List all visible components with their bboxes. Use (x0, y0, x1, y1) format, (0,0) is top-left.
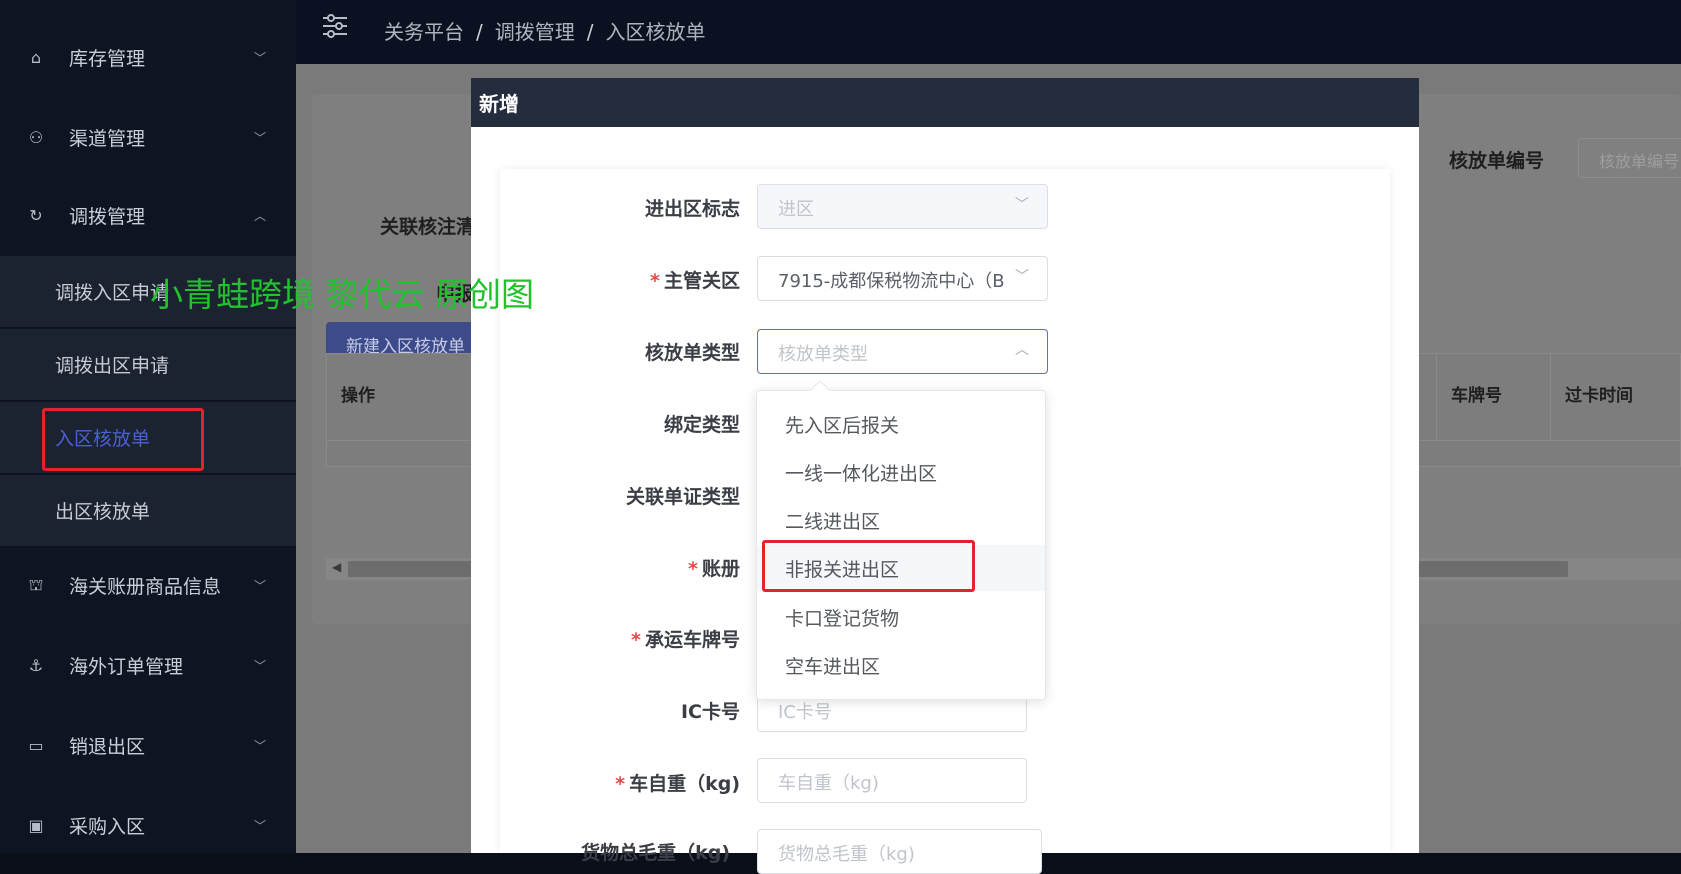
return-icon: ▭ (28, 735, 44, 755)
chevron-down-icon: ﹀ (253, 50, 266, 65)
sidebar-item-label: 调拨管理 (69, 205, 146, 228)
account-book-label: * 账册 (688, 558, 740, 580)
chevron-down-icon: ﹀ (253, 130, 266, 145)
chevron-down-icon: ﹀ (253, 658, 266, 673)
vehicle-plate-label: * 承运车牌号 (631, 629, 740, 651)
vehicle-weight-label: * 车自重（kg) (615, 773, 740, 795)
breadcrumb-item-current: 入区核放单 (605, 20, 706, 44)
breadcrumb: 关务平台 / 调拨管理 / 入区核放单 (384, 16, 706, 45)
sidebar-item-label: 采购入区 (69, 815, 146, 838)
highlight-box (762, 540, 975, 592)
sidebar: ⌂ 库存管理 ﹀ ⚇ 渠道管理 ﹀ ↻ 调拨管理 ︿ 调拨入区申请 调拨出区申请… (0, 0, 296, 853)
dialog-title: 新增 (471, 78, 1419, 127)
ic-card-label: IC卡号 (680, 701, 740, 723)
column-header: 过卡时间 (1565, 386, 1633, 406)
submenu-label: 调拨出区申请 (55, 355, 170, 377)
sidebar-item-customs-goods[interactable]: ⛫ 海关账册商品信息 ﹀ (0, 555, 296, 615)
dropdown-option[interactable]: 卡口登记货物 (757, 594, 1045, 640)
sidebar-item-channel[interactable]: ⚇ 渠道管理 ﹀ (0, 107, 296, 167)
top-header: 关务平台 / 调拨管理 / 入区核放单 (296, 0, 1681, 64)
sidebar-item-inventory[interactable]: ⌂ 库存管理 ﹀ (0, 27, 296, 87)
dropdown-option[interactable]: 二线进出区 (757, 497, 1045, 543)
chevron-down-icon: ﹀ (253, 578, 266, 593)
dropdown-option[interactable]: 空车进出区 (757, 642, 1045, 688)
gross-weight-input[interactable]: 货物总毛重（kg) (757, 829, 1042, 874)
breadcrumb-item[interactable]: 调拨管理 (495, 20, 575, 44)
dropdown-option[interactable]: 一线一体化进出区 (757, 449, 1045, 495)
breadcrumb-separator: / (476, 20, 483, 44)
sidebar-item-label: 海外订单管理 (69, 655, 184, 678)
column-header: 操作 (341, 386, 375, 406)
sidebar-item-purchase[interactable]: ▣ 采购入区 ﹀ (0, 795, 296, 855)
breadcrumb-item[interactable]: 关务平台 (384, 20, 464, 44)
column-header: 车牌号 (1451, 386, 1502, 406)
chevron-down-icon: ﹀ (1009, 266, 1029, 286)
chevron-up-icon: ︿ (1015, 342, 1029, 358)
sidebar-item-transfer[interactable]: ↻ 调拨管理 ︿ (0, 185, 296, 245)
purchase-icon: ▣ (28, 815, 44, 835)
sidebar-item-label: 海关账册商品信息 (69, 575, 222, 598)
anchor-icon: ⚓ (28, 655, 44, 675)
home-icon: ⌂ (30, 47, 42, 67)
vehicle-weight-input[interactable]: 车自重（kg) (757, 758, 1027, 803)
binding-type-label: 绑定类型 (663, 414, 740, 436)
customs-district-label: * 主管关区 (650, 270, 740, 292)
scroll-left-icon[interactable]: ◀ (332, 560, 341, 574)
customs-district-select[interactable]: 7915-成都保税物流中心（B ﹀ (757, 256, 1048, 301)
submenu-outbound-release[interactable]: 出区核放单 (0, 475, 296, 547)
submenu-label: 出区核放单 (55, 501, 151, 523)
chevron-down-icon: ﹀ (253, 818, 266, 833)
sidebar-item-label: 库存管理 (69, 47, 146, 70)
release-number-label: 核放单编号 (1449, 150, 1545, 172)
release-type-label: 核放单类型 (644, 342, 740, 364)
release-number-input[interactable]: 核放单编号 (1578, 138, 1681, 178)
chevron-up-icon: ︿ (253, 208, 266, 223)
bag-icon: ⛫ (28, 574, 44, 594)
breadcrumb-separator: / (586, 20, 594, 44)
menu-toggle-icon[interactable] (322, 13, 348, 39)
io-flag-select: 进区 ﹀ (757, 184, 1048, 229)
channel-icon: ⚇ (28, 127, 44, 147)
linked-doc-type-label: 关联单证类型 (625, 486, 740, 508)
sidebar-item-returns[interactable]: ▭ 销退出区 ﹀ (0, 715, 296, 775)
sidebar-item-label: 渠道管理 (69, 127, 146, 150)
dropdown-option[interactable]: 先入区后报关 (757, 401, 1045, 447)
io-flag-label: 进出区标志 (644, 198, 740, 220)
sidebar-item-overseas-orders[interactable]: ⚓ 海外订单管理 ﹀ (0, 635, 296, 695)
gross-weight-label: 货物总毛重（kg) (581, 842, 730, 864)
release-type-select[interactable]: 核放单类型 ︿ (757, 329, 1048, 374)
submenu-transfer-out-apply[interactable]: 调拨出区申请 (0, 329, 296, 401)
chevron-down-icon: ﹀ (253, 738, 266, 753)
linked-record-label: 关联核注清 (380, 216, 476, 238)
highlight-box (42, 408, 204, 471)
transfer-icon: ↻ (29, 205, 43, 225)
watermark-text: 小青蛙跨境 黎代云 原创图 (150, 275, 534, 314)
chevron-down-icon: ﹀ (1015, 197, 1029, 213)
sidebar-item-label: 销退出区 (69, 735, 146, 758)
